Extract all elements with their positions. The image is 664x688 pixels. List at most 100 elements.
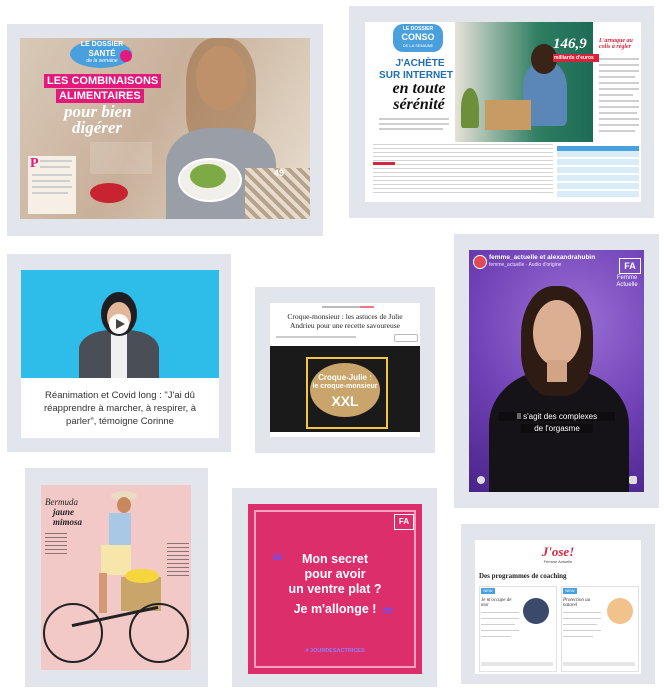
coaching-right-line [563, 612, 601, 613]
conso-intro-line [379, 123, 449, 125]
conso-side-line [599, 58, 639, 60]
health-drop-cap: P [30, 156, 39, 171]
card-conso-dossier[interactable]: LE DOSSIER CONSO DE LA SEMAINE J'ACHÈTE … [349, 6, 654, 218]
conso-side-line [599, 112, 637, 114]
health-title-4: digérer [72, 118, 123, 137]
reel-user-icon[interactable] [477, 476, 485, 484]
card-fashion-bermuda[interactable]: Bermuda jaune mimosa [25, 468, 208, 687]
conso-side-line [599, 106, 639, 108]
coaching-heading: Des programmes de coaching [479, 572, 567, 580]
reel-frame: femme_actuelle et alexandrahubin femme_a… [469, 250, 644, 492]
play-icon [116, 319, 125, 329]
card-coaching[interactable]: J'ose! Femme Actuelle Des programmes de … [461, 524, 655, 684]
coaching-badge-right: NEW [563, 588, 577, 594]
quote-fa-logo: FA [394, 514, 414, 530]
coaching-right-line [563, 624, 597, 625]
health-title-2: ALIMENTAIRES [56, 89, 144, 103]
video-person-shirt [111, 334, 127, 378]
conso-side-line [599, 118, 639, 120]
conso-plant [461, 88, 479, 128]
card-article-croque[interactable]: Croque-monsieur : les astuces de Julie A… [255, 287, 435, 453]
conso-side-title: L'arnaque au colis à régler [599, 38, 633, 50]
health-text-line [32, 180, 70, 182]
article-overlay-1: Croque-Julie : [318, 373, 372, 382]
coaching-right-line [563, 618, 601, 619]
card-quote-ventre-plat[interactable]: FA “ Mon secret pour avoir un ventre pla… [232, 488, 437, 687]
fashion-top [109, 513, 131, 547]
quote-line-1: Mon secret [302, 552, 368, 566]
fashion-title-1: Bermuda [45, 497, 78, 507]
reel-brand-2: Actuelle [616, 282, 638, 288]
coaching-left-title: Je m'occupe de moi [481, 598, 512, 608]
coaching-left-image [523, 598, 549, 624]
article-overlay-2: le croque-monsieur [312, 383, 378, 390]
conso-kicker-2: CONSO [401, 32, 435, 42]
conso-kicker-3: DE LA SEMAINE [402, 43, 434, 48]
health-tomatoes [90, 183, 128, 203]
health-text-line [32, 192, 68, 194]
article-meta-line [276, 336, 356, 338]
health-intro-text [90, 142, 152, 174]
video-caption[interactable]: Réanimation et Covid long : "J'ai dû réa… [31, 389, 209, 428]
article-breadcrumb-active [360, 306, 374, 308]
conso-side-line [599, 94, 633, 96]
health-page-num: 49 [274, 168, 285, 178]
conso-red-subhead [373, 162, 395, 165]
health-salad [190, 164, 226, 188]
quote-line-3: un ventre plat ? [288, 582, 382, 596]
fashion-bermuda [101, 545, 131, 575]
conso-side-line [599, 82, 639, 84]
coaching-left-line [481, 624, 515, 625]
article-page: Croque-monsieur : les astuces de Julie A… [270, 303, 420, 437]
reel-person-face [533, 300, 581, 366]
coaching-right-title: Protection au naturel [563, 598, 591, 608]
coaching-left-cta[interactable] [481, 662, 553, 666]
reel-brand-1: Femme [616, 275, 638, 281]
health-kicker-3: de la semaine [86, 58, 118, 64]
conso-stat-value: 146,9 [553, 36, 587, 52]
quote-hashtag[interactable]: # JOURDESACTRICES [258, 648, 412, 654]
fashion-title-3: mimosa [53, 517, 83, 527]
reel-mute-icon[interactable] [629, 476, 637, 484]
reel-fa-logo: FA [619, 258, 641, 274]
health-kicker-1: LE DOSSIER [80, 41, 124, 48]
coaching-right-line [563, 636, 593, 637]
fashion-side-text [167, 543, 189, 577]
health-title-1: LES COMBINAISONS [44, 74, 162, 88]
reel-subtitle-1: Il s'agit des complexes [499, 412, 615, 421]
fashion-wheel-back [43, 603, 103, 663]
coaching-badge-left: NEW [481, 588, 495, 594]
conso-side-line [599, 88, 639, 90]
conso-side-line [599, 124, 639, 126]
fashion-page: Bermuda jaune mimosa [41, 485, 191, 670]
conso-spread: LE DOSSIER CONSO DE LA SEMAINE J'ACHÈTE … [365, 22, 641, 202]
conso-intro-line [379, 118, 449, 120]
coaching-left-line [481, 636, 511, 637]
card-video-covid[interactable]: Réanimation et Covid long : "J'ai dû réa… [7, 254, 231, 452]
fashion-legs [99, 573, 107, 613]
card-health-dossier[interactable]: LE DOSSIER SANTÉ de la semaine LES COMBI… [7, 24, 323, 236]
coaching-left-line [481, 630, 519, 631]
reel-avatar[interactable] [473, 255, 487, 269]
fashion-title-2: jaune [53, 507, 75, 517]
conso-intro-line [379, 128, 443, 130]
quote-close-mark: ” [382, 602, 393, 627]
coaching-left-line [481, 618, 519, 619]
video-card-body: Réanimation et Covid long : "J'ai dû réa… [21, 270, 219, 438]
conso-table [557, 146, 639, 199]
coaching-logo: J'ose! [541, 544, 575, 559]
article-title[interactable]: Croque-monsieur : les astuces de Julie A… [276, 312, 414, 330]
conso-stat-unit: milliards d'euros [553, 54, 599, 62]
coaching-right-image [607, 598, 633, 624]
conso-side-line [599, 76, 635, 78]
card-instagram-reel[interactable]: femme_actuelle et alexandrahubin femme_a… [454, 234, 659, 508]
reel-accounts[interactable]: femme_actuelle et alexandrahubin [489, 254, 595, 261]
coaching-left-line [481, 612, 519, 613]
health-text-line [40, 166, 70, 168]
article-follow-button[interactable] [394, 334, 418, 342]
health-spread: LE DOSSIER SANTÉ de la semaine LES COMBI… [20, 38, 310, 219]
article-overlay-3: XXL [331, 393, 359, 409]
health-kicker-2: SANTÉ [88, 49, 116, 58]
coaching-right-cta[interactable] [563, 662, 635, 666]
quote-line-2: pour avoir [304, 567, 366, 581]
